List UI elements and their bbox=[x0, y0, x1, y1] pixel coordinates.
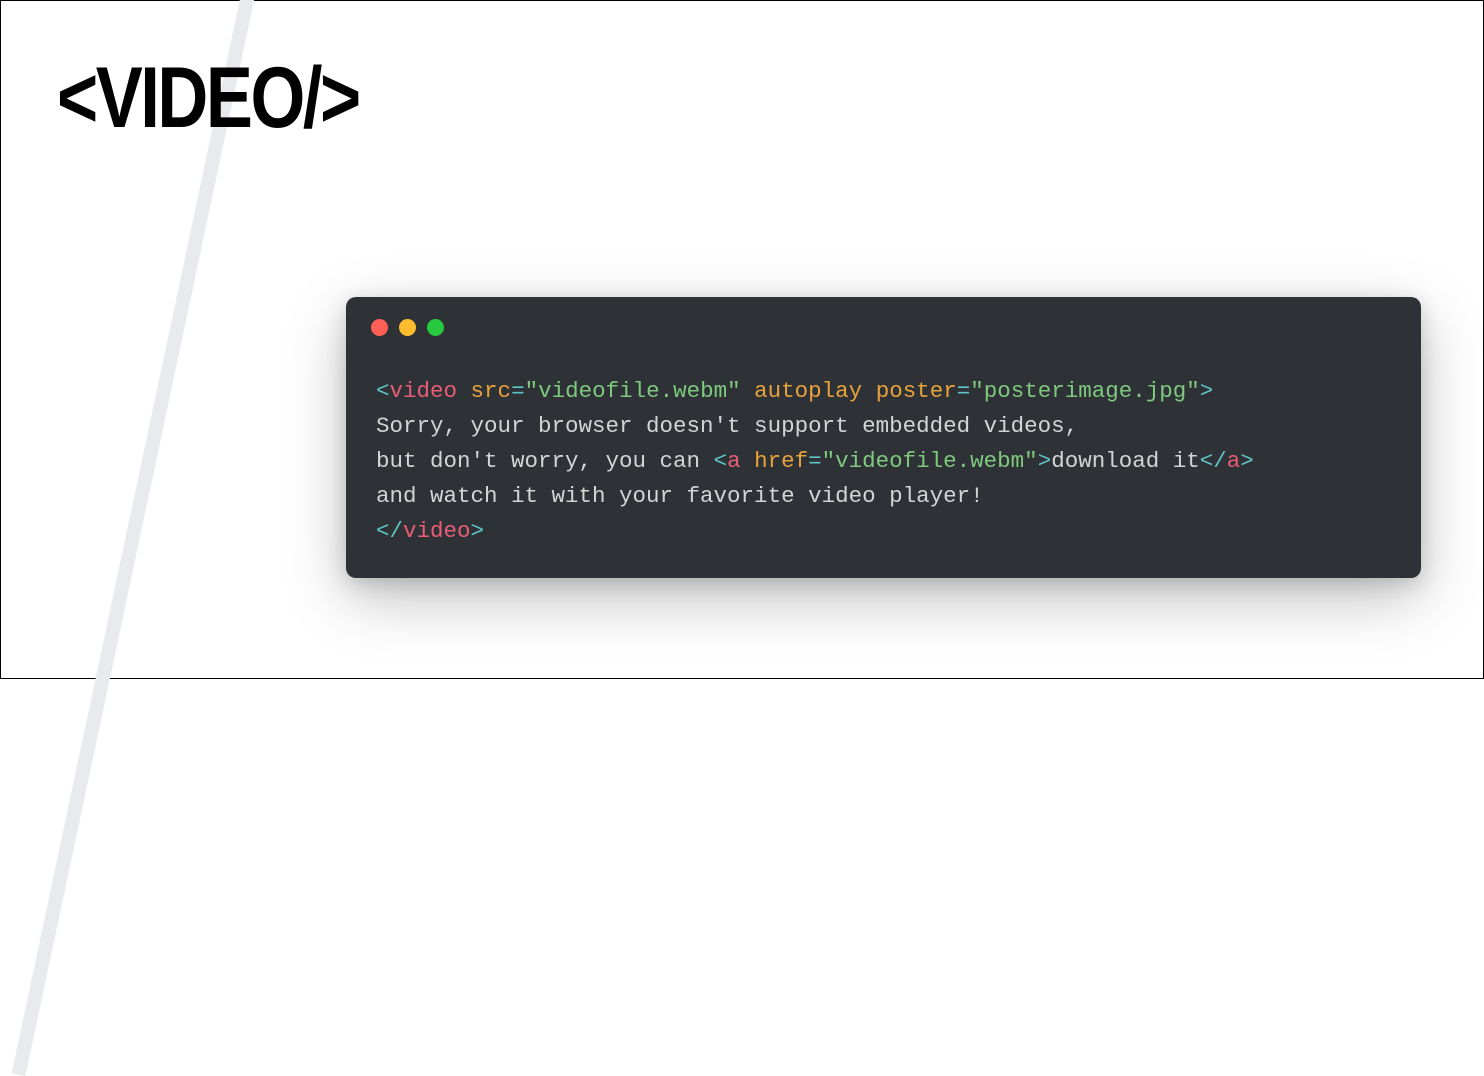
code-line-1: <video src="videofile.webm" autoplay pos… bbox=[376, 378, 1213, 404]
code-line-4: and watch it with your favorite video pl… bbox=[376, 483, 984, 509]
diagonal-decoration bbox=[12, 0, 275, 1076]
page-title: <VIDEO/> bbox=[57, 49, 359, 148]
code-line-3: but don't worry, you can <a href="videof… bbox=[376, 448, 1254, 474]
maximize-icon[interactable] bbox=[427, 319, 444, 336]
window-controls bbox=[346, 297, 1421, 336]
code-block: <video src="videofile.webm" autoplay pos… bbox=[346, 336, 1421, 548]
code-line-5: </video> bbox=[376, 518, 484, 544]
code-window: <video src="videofile.webm" autoplay pos… bbox=[346, 297, 1421, 578]
minimize-icon[interactable] bbox=[399, 319, 416, 336]
code-line-2: Sorry, your browser doesn't support embe… bbox=[376, 413, 1078, 439]
close-icon[interactable] bbox=[371, 319, 388, 336]
